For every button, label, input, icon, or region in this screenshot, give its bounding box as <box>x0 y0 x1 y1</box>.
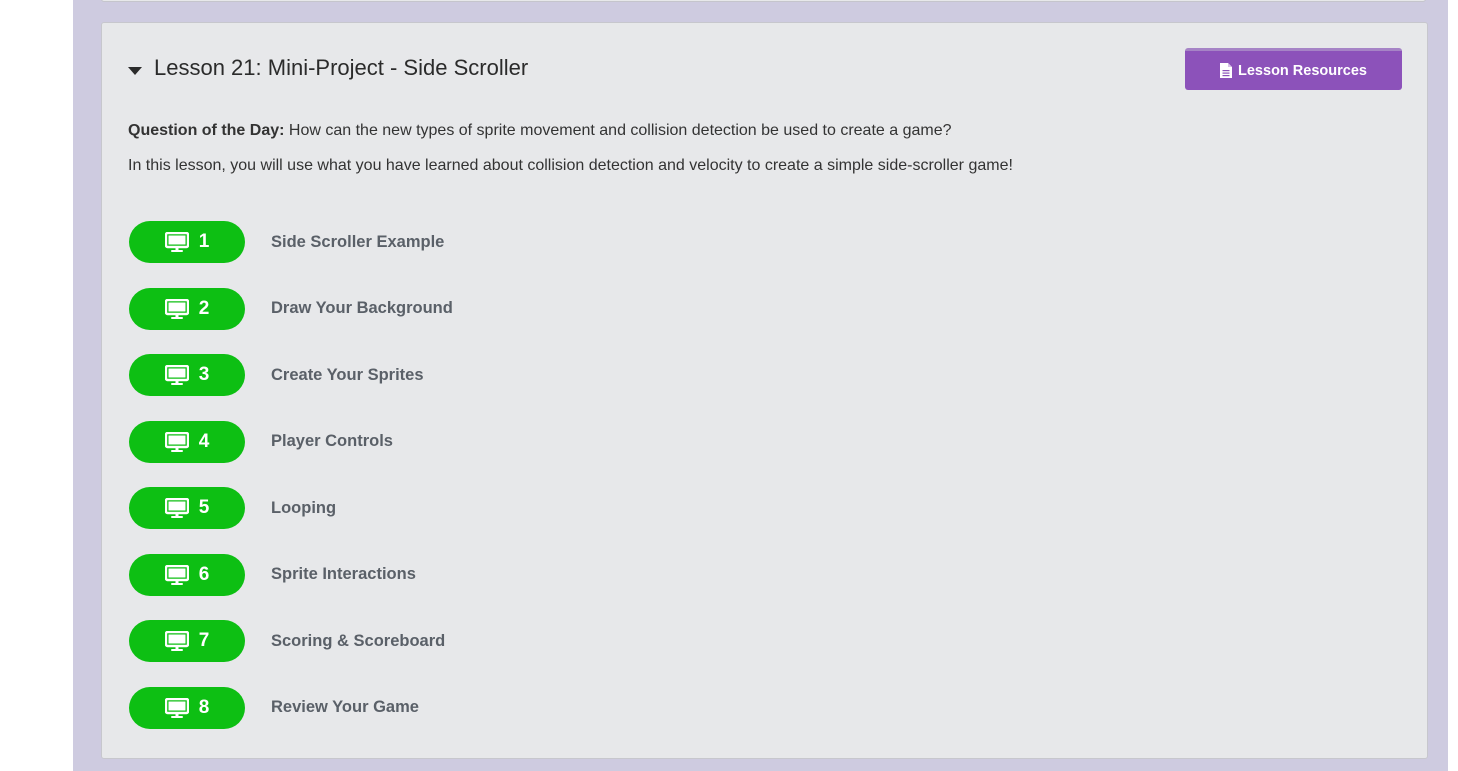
monitor-icon <box>164 498 189 518</box>
level-bubble[interactable]: 8 <box>129 686 245 729</box>
level-row-8[interactable]: 8 Review Your Game <box>129 686 419 729</box>
lesson-card: Lesson 21: Mini-Project - Side Scroller … <box>101 22 1428 759</box>
level-row-2[interactable]: 2 Draw Your Background <box>129 287 453 330</box>
monitor-icon <box>164 431 189 452</box>
level-name[interactable]: Create Your Sprites <box>271 366 424 385</box>
level-number: 7 <box>198 630 210 651</box>
level-bubble[interactable]: 6 <box>129 553 245 596</box>
level-number: 3 <box>198 364 210 385</box>
level-name[interactable]: Looping <box>271 499 336 518</box>
level-number: 5 <box>198 497 210 518</box>
level-bubble[interactable]: 3 <box>129 354 245 396</box>
level-row-6[interactable]: 6 Sprite Interactions <box>129 553 416 596</box>
level-bubble[interactable]: 2 <box>129 287 245 330</box>
question-of-the-day: Question of the Day: How can the new typ… <box>128 122 952 140</box>
level-row-7[interactable]: 7 Scoring & Scoreboard <box>129 620 445 662</box>
level-name[interactable]: Scoring & Scoreboard <box>271 632 445 651</box>
level-row-5[interactable]: 5 Looping <box>129 487 336 529</box>
lesson-title[interactable]: Lesson 21: Mini-Project - Side Scroller <box>154 55 528 81</box>
monitor-icon <box>164 631 189 651</box>
level-number: 1 <box>198 231 210 252</box>
monitor-icon <box>164 232 189 252</box>
level-name[interactable]: Sprite Interactions <box>271 565 416 584</box>
lesson-resources-label: Lesson Resources <box>1238 62 1367 79</box>
level-number: 2 <box>198 297 210 319</box>
level-bubble[interactable]: 5 <box>129 487 245 529</box>
level-name[interactable]: Review Your Game <box>271 698 419 717</box>
level-bubble[interactable]: 7 <box>129 620 245 662</box>
level-row-3[interactable]: 3 Create Your Sprites <box>129 354 424 396</box>
level-bubble[interactable]: 4 <box>129 420 245 463</box>
level-row-4[interactable]: 4 Player Controls <box>129 420 393 463</box>
level-number: 6 <box>198 563 210 585</box>
question-text: How can the new types of sprite movement… <box>284 122 952 139</box>
document-icon <box>1220 63 1233 78</box>
previous-lesson-card <box>101 0 1426 2</box>
level-number: 4 <box>198 430 210 452</box>
level-name[interactable]: Side Scroller Example <box>271 233 444 252</box>
level-name[interactable]: Draw Your Background <box>271 299 453 318</box>
monitor-icon <box>164 697 189 718</box>
caret-down-icon[interactable] <box>128 67 142 75</box>
monitor-icon <box>164 564 189 585</box>
question-label: Question of the Day: <box>128 122 285 139</box>
level-name[interactable]: Player Controls <box>271 432 393 451</box>
monitor-icon <box>164 365 189 385</box>
level-row-1[interactable]: 1 Side Scroller Example <box>129 221 444 263</box>
lesson-resources-button[interactable]: Lesson Resources <box>1185 48 1402 90</box>
monitor-icon <box>164 298 189 319</box>
level-bubble[interactable]: 1 <box>129 221 245 263</box>
level-number: 8 <box>198 696 210 718</box>
lesson-description: In this lesson, you will use what you ha… <box>128 157 1013 174</box>
